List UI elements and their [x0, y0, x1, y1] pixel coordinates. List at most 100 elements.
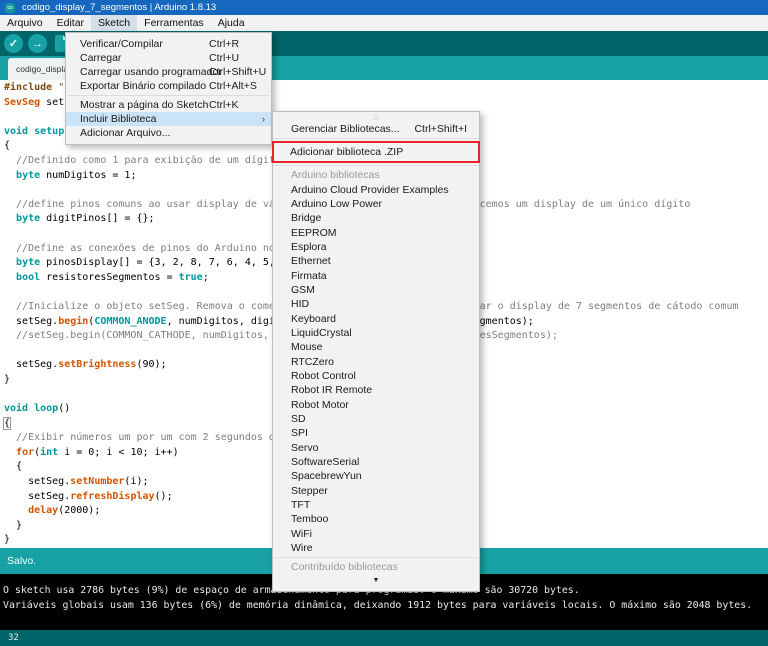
submenu-item-label: WiFi	[291, 528, 312, 540]
menu-item-label: Exportar Binário compilado	[80, 80, 206, 92]
submenu-item-servo[interactable]: Servo	[273, 441, 479, 455]
submenu-item-spi[interactable]: SPI	[273, 426, 479, 440]
submenu-item-label: Servo	[291, 442, 318, 454]
menu-item-carregar-usando-programador[interactable]: Carregar usando programadorCtrl+Shift+U	[66, 65, 271, 79]
code-token: setSeg.	[4, 359, 58, 370]
submenu-item-keyboard[interactable]: Keyboard	[273, 311, 479, 325]
submenu-item-gsm[interactable]: GSM	[273, 283, 479, 297]
submenu-item-arduino-low-power[interactable]: Arduino Low Power	[273, 197, 479, 211]
arduino-app-icon: ∞	[5, 3, 15, 13]
code-token: ()	[58, 403, 70, 414]
menubar-item-sketch[interactable]: Sketch	[91, 15, 137, 31]
submenu-item-ethernet[interactable]: Ethernet	[273, 254, 479, 268]
menu-separator	[274, 557, 478, 558]
menu-item-adicionar-arquivo-[interactable]: Adicionar Arquivo...	[66, 126, 271, 140]
submenu-item-temboo[interactable]: Temboo	[273, 512, 479, 526]
submenu-item-sd[interactable]: SD	[273, 412, 479, 426]
submenu-item-label: Mouse	[291, 341, 323, 353]
code-token: ;	[203, 272, 209, 283]
submenu-item-spacebrewyun[interactable]: SpacebrewYun	[273, 469, 479, 483]
code-comment: //Definido como 1 para exibição de um dí…	[4, 155, 281, 166]
code-token: true	[179, 272, 203, 283]
submenu-item-tft[interactable]: TFT	[273, 498, 479, 512]
submenu-item-robot-control[interactable]: Robot Control	[273, 369, 479, 383]
submenu-item-label: SPI	[291, 427, 308, 439]
red-annotation-box-label: Adicionar biblioteca .ZIP	[290, 146, 403, 158]
submenu-item-liquidcrystal[interactable]: LiquidCrystal	[273, 326, 479, 340]
submenu-item-wifi[interactable]: WiFi	[273, 527, 479, 541]
submenu-item-label: Wire	[291, 542, 313, 554]
submenu-item-firmata[interactable]: Firmata	[273, 268, 479, 282]
submenu-item-robot-ir-remote[interactable]: Robot IR Remote	[273, 383, 479, 397]
code-token: i = 0; i < 10; i++)	[58, 447, 178, 458]
submenu-item-label: Arduino Low Power	[291, 198, 382, 210]
submenu-item-label: Gerenciar Bibliotecas...	[291, 123, 400, 135]
code-token: }	[4, 534, 10, 545]
code-token: setSeg.	[4, 316, 58, 327]
menu-item-carregar[interactable]: CarregarCtrl+U	[66, 51, 271, 65]
upload-button[interactable]: →	[28, 34, 47, 53]
submenu-item-wire[interactable]: Wire	[273, 541, 479, 555]
submenu-section-header: Contribuído bibliotecas	[273, 560, 479, 574]
submenu-item-label: Firmata	[291, 270, 327, 282]
submenu-item-esplora[interactable]: Esplora	[273, 240, 479, 254]
submenu-item-label: EEPROM	[291, 227, 337, 239]
submenu-item-arduino-cloud-provider-examples[interactable]: Arduino Cloud Provider Examples	[273, 182, 479, 196]
menubar-item-ferramentas[interactable]: Ferramentas	[137, 15, 211, 31]
verify-button[interactable]: ✓	[4, 34, 23, 53]
submenu-item-softwareserial[interactable]: SoftwareSerial	[273, 455, 479, 469]
submenu-item-label: LiquidCrystal	[291, 327, 352, 339]
right-arrow-icon: →	[32, 38, 43, 50]
submenu-item-gerenciar-bibliotecas-[interactable]: Gerenciar Bibliotecas...Ctrl+Shift+I	[273, 122, 479, 136]
scroll-down-icon[interactable]: ▼	[273, 575, 479, 587]
code-token: setSeg.	[4, 476, 70, 487]
submenu-item-hid[interactable]: HID	[273, 297, 479, 311]
submenu-item-robot-motor[interactable]: Robot Motor	[273, 398, 479, 412]
menu-item-adicionar-biblioteca-zip[interactable]: Adicionar biblioteca .ZIP	[272, 141, 480, 163]
submenu-item-label: TFT	[291, 499, 310, 511]
code-token: COMMON_ANODE	[94, 316, 166, 327]
code-token: byte	[16, 213, 40, 224]
code-token: resistoresSegmentos =	[40, 272, 178, 283]
submenu-item-label: SD	[291, 413, 306, 425]
code-token: void	[4, 126, 28, 137]
menu-separator	[274, 138, 478, 139]
code-token: pinosDisplay[] = {3, 2, 8, 7, 6, 4, 5, 9…	[40, 257, 299, 268]
code-token: for	[16, 447, 34, 458]
scroll-up-icon[interactable]: △	[273, 112, 479, 122]
code-token: numDigitos = 1;	[40, 170, 136, 181]
code-token: (90);	[136, 359, 166, 370]
submenu-item-stepper[interactable]: Stepper	[273, 484, 479, 498]
code-token	[4, 505, 28, 516]
submenu-item-label: RTCZero	[291, 356, 334, 368]
menubar-item-ajuda[interactable]: Ajuda	[211, 15, 252, 31]
code-token: digitPinos[] = {};	[40, 213, 154, 224]
menubar-item-arquivo[interactable]: Arquivo	[0, 15, 50, 31]
code-token: setBrightness	[58, 359, 136, 370]
status-message: Salvo.	[7, 555, 36, 567]
menu-bar: ArquivoEditarSketchFerramentasAjuda	[0, 15, 768, 31]
menubar-item-editar[interactable]: Editar	[50, 15, 91, 31]
menu-item-shortcut: Ctrl+R	[209, 38, 239, 50]
include-library-submenu: △Gerenciar Bibliotecas...Ctrl+Shift+I Adi…	[272, 111, 480, 592]
submenu-item-rtczero[interactable]: RTCZero	[273, 354, 479, 368]
submenu-item-label: Robot IR Remote	[291, 384, 372, 396]
sketch-menu: Verificar/CompilarCtrl+RCarregarCtrl+UCa…	[65, 32, 272, 145]
submenu-arrow-icon: ›	[262, 114, 265, 124]
submenu-item-mouse[interactable]: Mouse	[273, 340, 479, 354]
menu-item-mostrar-a-p-gina-do-sketch[interactable]: Mostrar a página do SketchCtrl+K	[66, 98, 271, 112]
submenu-item-label: Arduino Cloud Provider Examples	[291, 184, 449, 196]
code-token: (2000);	[58, 505, 100, 516]
submenu-item-eeprom[interactable]: EEPROM	[273, 225, 479, 239]
menu-item-exportar-bin-rio-compilado[interactable]: Exportar Binário compiladoCtrl+Alt+S	[66, 79, 271, 93]
menu-item-label: Incluir Biblioteca	[80, 113, 156, 125]
code-token: int	[40, 447, 58, 458]
code-token: begin	[58, 316, 88, 327]
submenu-item-label: Ethernet	[291, 255, 331, 267]
menu-item-incluir-biblioteca[interactable]: Incluir Biblioteca ›	[66, 112, 271, 126]
menu-item-shortcut: Ctrl+U	[209, 52, 239, 64]
current-line-number: 32	[8, 633, 19, 643]
menu-item-verificar-compilar[interactable]: Verificar/CompilarCtrl+R	[66, 37, 271, 51]
code-token: {	[4, 461, 22, 472]
submenu-item-bridge[interactable]: Bridge	[273, 211, 479, 225]
